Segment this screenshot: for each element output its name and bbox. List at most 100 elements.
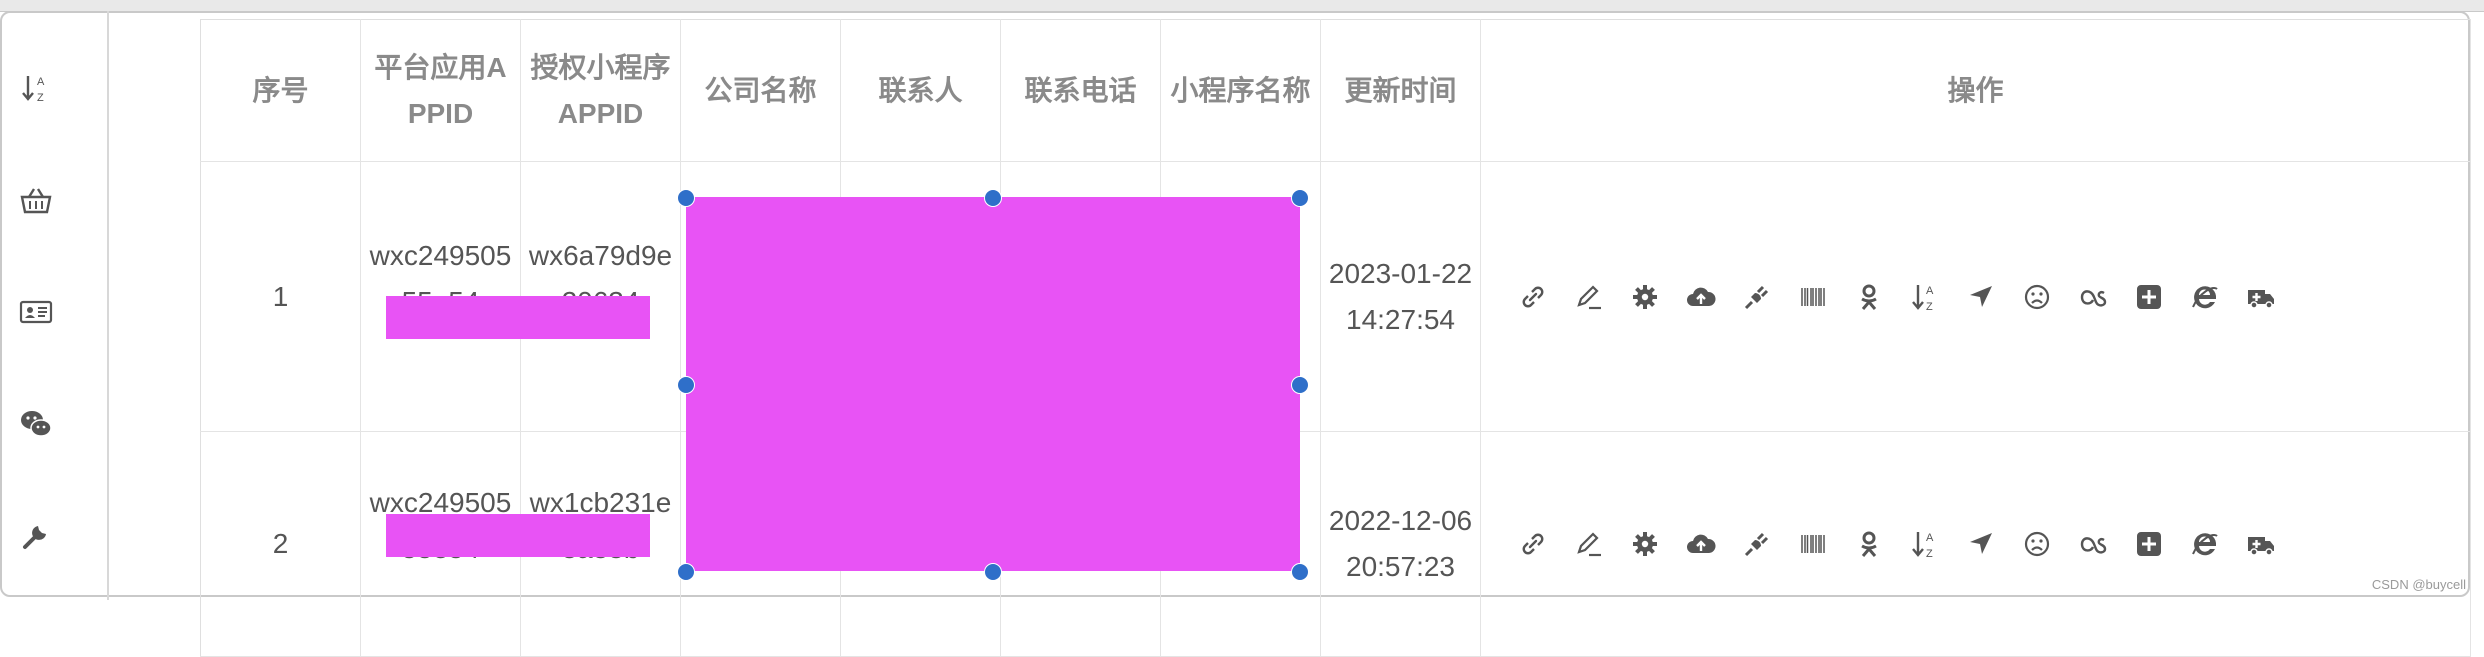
barcode-icon: [1801, 287, 1825, 306]
redaction-bar: [386, 296, 650, 339]
sort-alpha-icon: AZ: [1912, 284, 1934, 313]
frown-icon: [2024, 284, 2050, 309]
barcode-action-button[interactable]: [1797, 281, 1829, 313]
wechat-button[interactable]: [14, 402, 58, 446]
svg-text:Z: Z: [1926, 301, 1933, 313]
lastfm-icon: [2080, 537, 2107, 554]
action-group: AZ: [1487, 528, 2464, 560]
col-header-index[interactable]: 序号: [200, 19, 361, 162]
odnoklassniki-action-button[interactable]: [1853, 281, 1885, 313]
svg-text:A: A: [37, 76, 45, 88]
action-group: AZ: [1487, 281, 2464, 313]
resize-handle-bottom[interactable]: [984, 563, 1002, 581]
plug-icon: [1744, 285, 1769, 309]
odnoklassniki-icon: [1861, 531, 1877, 557]
sort-alpha-icon: AZ: [1912, 532, 1934, 560]
resize-handle-right[interactable]: [1291, 376, 1309, 394]
gear-action-button[interactable]: [1629, 528, 1661, 560]
resize-handle-top-right[interactable]: [1291, 189, 1309, 207]
cell-actions: AZ: [1480, 431, 2471, 657]
internet-explorer-icon: [2192, 533, 2218, 556]
col-header-actions: 操作: [1480, 19, 2471, 162]
plus-square-action-button[interactable]: [2133, 528, 2165, 560]
odnoklassniki-action-button[interactable]: [1853, 528, 1885, 560]
wrench-icon: [23, 526, 46, 549]
ambulance-action-button[interactable]: [2245, 528, 2277, 560]
location-arrow-icon: [1970, 285, 1992, 307]
page: A Z 序号 平台应用APPID 授权小程序APPID 公司名称 联系人 联系电…: [0, 0, 2484, 657]
sort-alpha-action-button[interactable]: AZ: [1909, 281, 1941, 313]
gear-icon: [1633, 284, 1657, 309]
edit-icon: [1577, 284, 1601, 309]
edit-action-button[interactable]: [1573, 281, 1605, 313]
internet-explorer-icon: [2192, 285, 2218, 308]
frown-action-button[interactable]: [2021, 528, 2053, 560]
wechat-icon: [21, 411, 52, 437]
basket-icon: [20, 188, 52, 214]
col-header-phone[interactable]: 联系电话: [1000, 19, 1161, 162]
watermark: CSDN @buycell: [2371, 577, 2466, 592]
svg-text:Z: Z: [37, 92, 44, 104]
barcode-icon: [1801, 535, 1825, 553]
resize-handle-left[interactable]: [677, 376, 695, 394]
link-icon: [1522, 533, 1544, 555]
sort-alpha-button[interactable]: A Z: [14, 67, 58, 111]
ambulance-action-button[interactable]: [2245, 281, 2277, 313]
plus-square-icon: [2137, 284, 2161, 309]
frown-icon: [2024, 531, 2050, 557]
location-arrow-action-button[interactable]: [1965, 528, 1997, 560]
cell-updated-at: 2022-12-06 20:57:23: [1320, 431, 1481, 657]
lastfm-action-button[interactable]: [2077, 281, 2109, 313]
wrench-button[interactable]: [14, 514, 58, 558]
basket-button[interactable]: [14, 179, 58, 223]
barcode-action-button[interactable]: [1797, 528, 1829, 560]
cell-updated-at: 2023-01-22 14:27:54: [1320, 161, 1481, 432]
location-arrow-action-button[interactable]: [1965, 281, 1997, 313]
sort-alpha-action-button[interactable]: AZ: [1909, 528, 1941, 560]
plus-square-action-button[interactable]: [2133, 281, 2165, 313]
link-icon: [1522, 286, 1544, 307]
cell-actions: AZ: [1480, 161, 2471, 432]
svg-text:A: A: [1926, 285, 1934, 297]
edit-action-button[interactable]: [1573, 528, 1605, 560]
ambulance-icon: [2248, 537, 2274, 556]
cell-index: 1: [200, 161, 361, 432]
col-header-contact[interactable]: 联系人: [840, 19, 1001, 162]
resize-handle-bottom-right[interactable]: [1291, 563, 1309, 581]
link-action-button[interactable]: [1517, 528, 1549, 560]
redaction-box: [686, 197, 1300, 571]
plug-action-button[interactable]: [1741, 281, 1773, 313]
col-header-miniprogram-name[interactable]: 小程序名称: [1160, 19, 1321, 162]
col-header-company-name[interactable]: 公司名称: [680, 19, 841, 162]
location-arrow-icon: [1970, 533, 1992, 554]
id-card-icon: [19, 300, 53, 324]
resize-handle-top-left[interactable]: [677, 189, 695, 207]
cloud-upload-icon: [1687, 534, 1716, 553]
cloud-upload-action-button[interactable]: [1685, 528, 1717, 560]
redaction-bar: [386, 514, 650, 557]
table-header-row: 序号 平台应用APPID 授权小程序APPID 公司名称 联系人 联系电话 小程…: [200, 19, 2471, 162]
frown-action-button[interactable]: [2021, 281, 2053, 313]
sort-alpha-icon: A Z: [22, 76, 45, 104]
plug-icon: [1744, 532, 1769, 557]
col-header-updated-at[interactable]: 更新时间: [1320, 19, 1481, 162]
internet-explorer-action-button[interactable]: [2189, 528, 2221, 560]
ambulance-icon: [2248, 289, 2274, 309]
lastfm-action-button[interactable]: [2077, 528, 2109, 560]
plug-action-button[interactable]: [1741, 528, 1773, 560]
resize-handle-bottom-left[interactable]: [677, 563, 695, 581]
link-action-button[interactable]: [1517, 281, 1549, 313]
col-header-platform-appid[interactable]: 平台应用APPID: [360, 19, 521, 162]
gear-icon: [1633, 532, 1657, 556]
svg-text:Z: Z: [1926, 548, 1933, 560]
left-toolbar: A Z: [0, 11, 109, 600]
odnoklassniki-icon: [1861, 284, 1877, 310]
gear-action-button[interactable]: [1629, 281, 1661, 313]
internet-explorer-action-button[interactable]: [2189, 281, 2221, 313]
cloud-upload-icon: [1687, 287, 1716, 306]
cloud-upload-action-button[interactable]: [1685, 281, 1717, 313]
id-card-button[interactable]: [14, 290, 58, 334]
col-header-authorized-appid[interactable]: 授权小程序APPID: [520, 19, 681, 162]
resize-handle-top[interactable]: [984, 189, 1002, 207]
plus-square-icon: [2137, 532, 2161, 556]
